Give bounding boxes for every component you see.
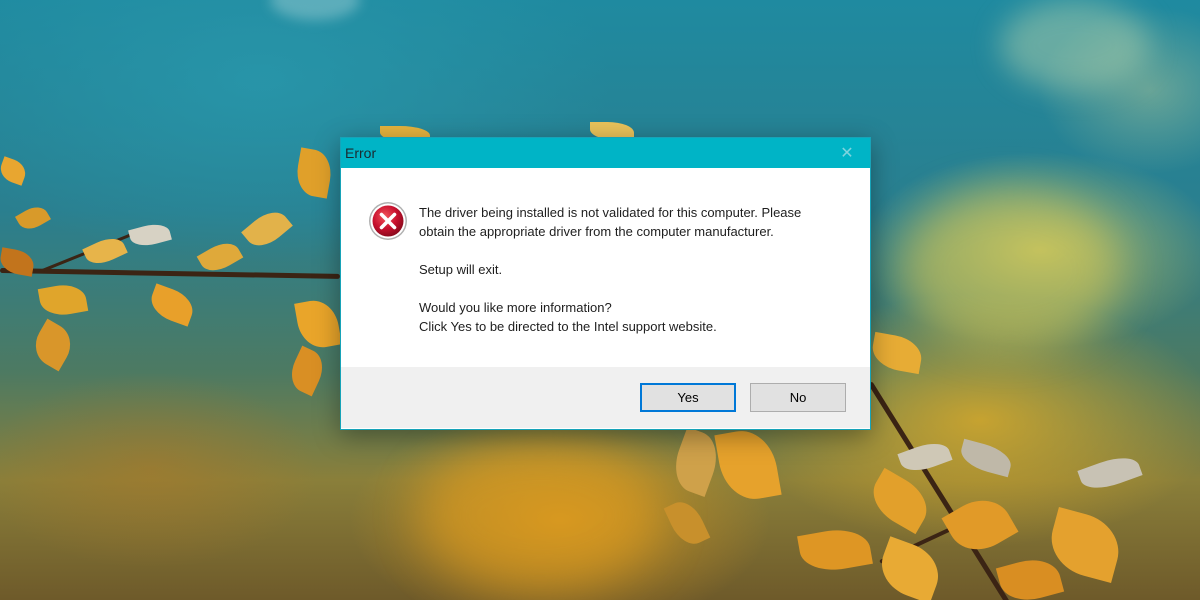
message-line: Setup will exit. xyxy=(419,262,503,277)
yes-button[interactable]: Yes xyxy=(640,383,736,412)
leaf xyxy=(873,536,947,600)
leaf xyxy=(663,495,711,551)
leaf xyxy=(37,281,89,319)
error-icon xyxy=(369,202,407,240)
message-line: The driver being installed is not valida… xyxy=(419,205,802,220)
leaf xyxy=(863,467,937,535)
no-button[interactable]: No xyxy=(750,383,846,412)
leaf xyxy=(797,524,873,576)
dialog-content: The driver being installed is not valida… xyxy=(341,168,870,367)
error-dialog: Error ✕ The driver being installed is no… xyxy=(340,137,871,430)
bokeh-light xyxy=(1000,0,1150,90)
dialog-message: The driver being installed is not valida… xyxy=(419,203,839,336)
leaf xyxy=(714,425,782,505)
bokeh-light xyxy=(270,0,360,20)
leaf xyxy=(1077,450,1143,496)
leaf xyxy=(15,201,51,235)
leaf xyxy=(146,283,198,327)
leaf xyxy=(294,296,342,352)
leaf xyxy=(284,345,330,397)
leaf xyxy=(0,156,29,186)
branch xyxy=(0,268,340,279)
leaf xyxy=(869,331,925,375)
button-bar: Yes No xyxy=(341,367,870,428)
dialog-title: Error xyxy=(345,145,377,161)
leaf xyxy=(941,488,1019,562)
title-bar[interactable]: Error ✕ xyxy=(341,138,870,168)
leaf xyxy=(27,318,79,372)
close-button[interactable]: ✕ xyxy=(824,138,870,168)
message-line: Click Yes to be directed to the Intel su… xyxy=(419,319,717,334)
close-icon: ✕ xyxy=(840,145,854,162)
bokeh-light xyxy=(420,440,660,590)
leaf xyxy=(128,220,172,250)
bokeh-light xyxy=(900,190,1120,350)
leaf xyxy=(995,552,1065,600)
leaf xyxy=(241,204,293,254)
message-line: Would you like more information? xyxy=(419,300,612,315)
leaf xyxy=(957,438,1015,478)
leaf xyxy=(293,147,335,199)
message-line: obtain the appropriate driver from the c… xyxy=(419,224,774,239)
